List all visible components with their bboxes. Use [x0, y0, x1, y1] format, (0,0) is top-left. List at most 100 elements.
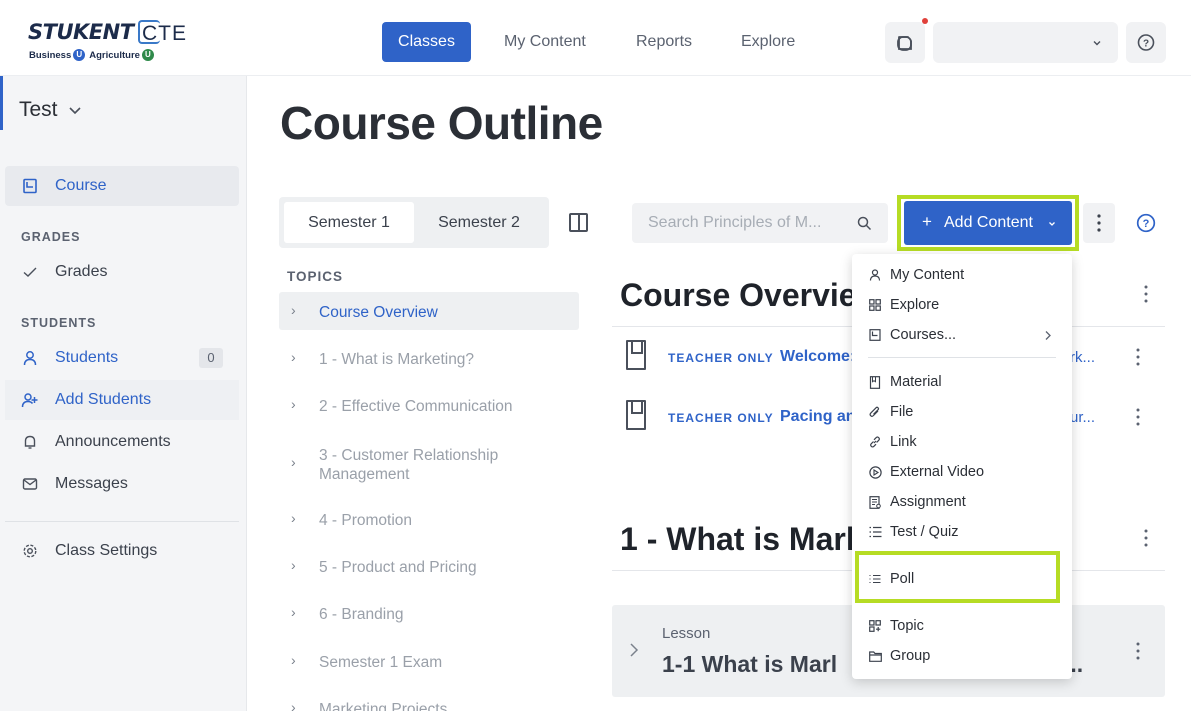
book-icon	[868, 329, 882, 341]
sidebar-item-grades[interactable]: Grades	[5, 252, 239, 292]
nav-classes[interactable]: Classes	[382, 22, 471, 62]
menu-item-explore[interactable]: Explore	[852, 290, 1072, 320]
menu-item-topic[interactable]: Topic	[852, 611, 1072, 641]
add-content-button[interactable]: + Add Content	[904, 201, 1072, 245]
menu-item-external-video[interactable]: External Video	[852, 457, 1072, 487]
topic-item[interactable]: › 4 - Promotion	[279, 500, 579, 538]
menu-item-label: Courses...	[890, 327, 957, 343]
kebab-icon	[1097, 214, 1101, 232]
help-button-main[interactable]: ?	[1136, 213, 1156, 238]
topic-item[interactable]: › 2 - Effective Communication	[279, 386, 579, 424]
poll-highlight	[855, 551, 1060, 603]
search-icon	[857, 216, 872, 231]
topic-label: 4 - Promotion	[319, 512, 413, 529]
user-select[interactable]	[933, 22, 1118, 63]
menu-item-label: My Content	[890, 267, 965, 283]
semester-tabs: Semester 1 Semester 2	[279, 197, 549, 248]
topic-item[interactable]: › 1 - What is Marketing?	[279, 339, 579, 377]
topic-item[interactable]: › Marketing Projects	[279, 689, 579, 711]
sidebar-item-label: Messages	[55, 475, 128, 492]
nav-explore[interactable]: Explore	[725, 22, 811, 62]
nav-my-content[interactable]: My Content	[488, 22, 602, 62]
chevron-right-icon: ›	[291, 510, 296, 526]
kebab-icon[interactable]	[1141, 528, 1151, 548]
menu-item-my-content[interactable]: My Content	[852, 260, 1072, 290]
material-icon	[626, 340, 646, 370]
kebab-icon[interactable]	[1133, 407, 1143, 427]
page-title: Course Outline	[280, 97, 603, 149]
link-icon	[868, 436, 882, 448]
topic-item[interactable]: › Semester 1 Exam	[279, 642, 579, 680]
sidebar-item-label: Students	[55, 349, 119, 366]
folder-icon	[868, 650, 882, 662]
students-count-badge: 0	[199, 348, 223, 368]
grid-icon	[868, 299, 882, 311]
sidebar-item-announcements[interactable]: Announcements	[5, 422, 239, 462]
topic-item[interactable]: › Course Overview	[279, 292, 579, 330]
menu-item-test-quiz[interactable]: Test / Quiz	[852, 517, 1072, 547]
chevron-right-icon: ›	[291, 604, 296, 620]
menu-divider	[868, 357, 1056, 358]
document-icon	[868, 375, 882, 389]
more-options-button[interactable]	[1083, 203, 1115, 243]
kebab-icon[interactable]	[1141, 284, 1151, 304]
search-input[interactable]: Search Principles of M...	[632, 203, 888, 243]
grades-heading: GRADES	[21, 230, 81, 244]
class-selector-accent	[0, 76, 3, 130]
menu-item-link[interactable]: Link	[852, 427, 1072, 457]
nav-reports[interactable]: Reports	[620, 22, 708, 62]
topic-icon	[868, 620, 882, 632]
teacher-only-badge: TEACHER ONLY	[668, 411, 774, 425]
sidebar-item-label: Course	[55, 177, 107, 194]
book-icon	[21, 178, 39, 194]
bell-icon	[21, 434, 39, 450]
topic-label: 1 - What is Marketing?	[319, 351, 475, 368]
sidebar-divider	[5, 521, 239, 522]
user-icon	[21, 350, 39, 366]
lesson-title: 1-1 What is Marl	[662, 651, 838, 677]
search-placeholder: Search Principles of M...	[648, 214, 822, 231]
section-title-course-overview: Course Overview	[620, 277, 882, 313]
gear-icon	[21, 543, 39, 559]
topic-item[interactable]: › 3 - Customer Relationship Management	[279, 443, 579, 487]
logo-subtitle: Business U Agriculture U	[29, 49, 154, 61]
add-user-icon	[21, 392, 39, 408]
class-selector[interactable]: Test	[0, 76, 247, 130]
sidebar-item-messages[interactable]: Messages	[5, 464, 239, 504]
content-title-tail: ur...	[1070, 409, 1096, 426]
menu-item-courses[interactable]: Courses...	[852, 320, 1072, 350]
topic-item[interactable]: › 5 - Product and Pricing	[279, 547, 579, 585]
kebab-icon[interactable]	[1133, 641, 1143, 661]
topic-label: Course Overview	[319, 304, 438, 321]
help-button[interactable]: ?	[1126, 22, 1166, 63]
stukent-logo[interactable]: STUKENT	[28, 20, 134, 44]
sidebar-item-students[interactable]: Students 0	[5, 338, 239, 378]
chevron-right-icon: ›	[291, 454, 296, 470]
kebab-icon[interactable]	[1133, 347, 1143, 367]
menu-item-label: File	[890, 404, 914, 420]
menu-item-assignment[interactable]: Assignment	[852, 487, 1072, 517]
menu-item-file[interactable]: File	[852, 397, 1072, 427]
tab-semester-1[interactable]: Semester 1	[284, 202, 414, 243]
menu-item-label: Explore	[890, 297, 940, 313]
logo-agriculture-text: Agriculture	[89, 49, 140, 61]
content-title: Pacing an	[780, 408, 856, 425]
notifications-button[interactable]	[885, 22, 925, 63]
topic-item[interactable]: › 6 - Branding	[279, 594, 579, 632]
menu-item-material[interactable]: Material	[852, 367, 1072, 397]
tab-semester-2[interactable]: Semester 2	[414, 202, 544, 243]
topic-label: 5 - Product and Pricing	[319, 559, 477, 576]
svg-text:?: ?	[1143, 218, 1150, 230]
menu-item-group[interactable]: Group	[852, 641, 1072, 671]
envelope-icon	[21, 476, 39, 492]
menu-item-label: Link	[890, 434, 917, 450]
user-icon	[868, 269, 882, 281]
split-view-icon[interactable]	[569, 213, 588, 232]
sidebar-item-add-students[interactable]: Add Students	[5, 380, 239, 420]
sidebar-item-label: Add Students	[55, 391, 152, 408]
logo-business-text: Business	[29, 49, 72, 61]
help-circle-icon: ?	[1136, 213, 1156, 233]
sidebar-item-course[interactable]: Course	[5, 166, 239, 206]
sidebar-item-class-settings[interactable]: Class Settings	[5, 531, 239, 571]
plus-icon: +	[922, 212, 932, 231]
